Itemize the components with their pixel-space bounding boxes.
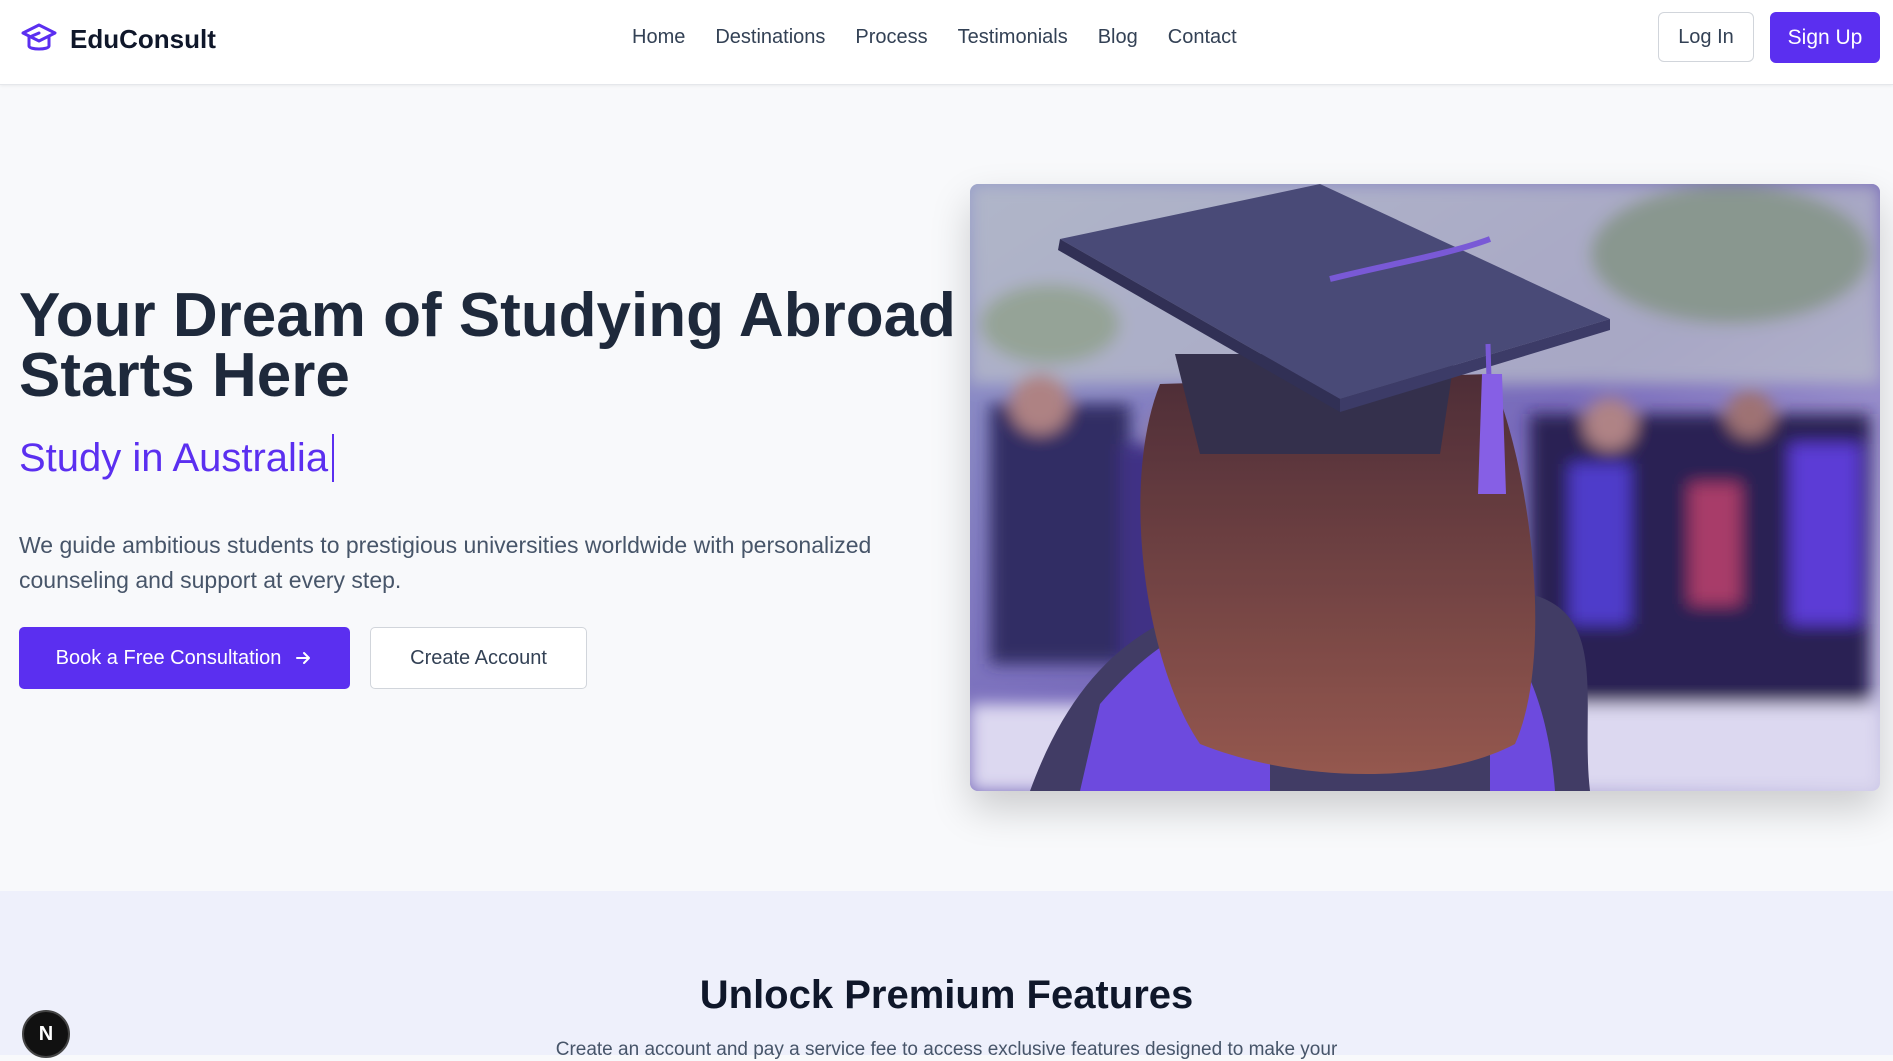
nav-blog[interactable]: Blog [1098,26,1138,49]
hero-title: Your Dream of Studying Abroad Starts Her… [19,281,956,410]
typing-caret [332,434,335,482]
hero-graduate-image [970,184,1880,791]
nav-destinations[interactable]: Destinations [715,26,825,49]
brand-logo[interactable]: EduConsult [20,20,216,58]
hero-subtitle: Study in Australia [19,434,335,482]
premium-features-section: Unlock Premium Features Create an accoun… [0,891,1893,1060]
signup-button[interactable]: Sign Up [1770,12,1880,63]
site-header: EduConsult Home Destinations Process Tes… [0,0,1893,85]
book-consultation-label: Book a Free Consultation [55,646,282,669]
nav-home[interactable]: Home [632,26,685,49]
arrow-right-icon [296,652,311,664]
login-button[interactable]: Log In [1658,12,1754,62]
dev-tools-badge[interactable]: N [22,1010,70,1058]
brand-name: EduConsult [70,23,216,54]
nav-process[interactable]: Process [855,26,927,49]
hero-description: We guide ambitious students to prestigio… [19,532,872,593]
graduate-photo [970,184,1880,791]
graduation-cap-icon [21,23,57,51]
nav-testimonials[interactable]: Testimonials [958,26,1068,49]
features-description: Create an account and pay a service fee … [555,1039,1338,1060]
main-nav: Home Destinations Process Testimonials B… [632,26,1267,49]
features-title: Unlock Premium Features [699,973,1194,1017]
hero-subtitle-text: Study in Australia [19,435,329,480]
book-consultation-button[interactable]: Book a Free Consultation [19,627,350,689]
create-account-button[interactable]: Create Account [370,627,587,689]
nav-contact[interactable]: Contact [1168,26,1237,49]
